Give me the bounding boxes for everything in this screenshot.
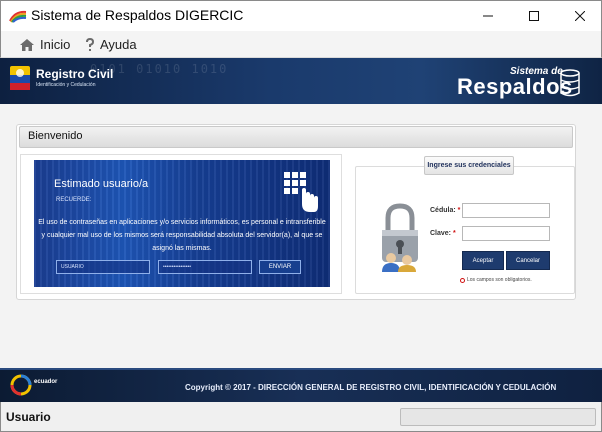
menu-item-inicio-label: Inicio xyxy=(40,37,71,52)
ecuador-logo-icon xyxy=(10,374,32,396)
question-icon xyxy=(86,37,95,51)
cedula-required-mark: * xyxy=(457,207,461,214)
maximize-button[interactable] xyxy=(511,1,557,31)
window-title: Sistema de Respaldos DIGERCIC xyxy=(31,7,244,23)
promo-message: El uso de contraseñas en aplicaciones y/… xyxy=(38,219,326,252)
required-dot-icon xyxy=(460,277,465,283)
cancel-button[interactable]: Cancelar xyxy=(506,251,550,270)
clave-label: Clave: * xyxy=(430,230,456,237)
cedula-field[interactable] xyxy=(462,203,550,218)
panel-header xyxy=(19,126,573,148)
cedula-label-text: Cédula: xyxy=(430,207,456,214)
close-button[interactable] xyxy=(557,1,602,31)
clave-field[interactable] xyxy=(462,226,550,241)
promo-recuerde: RECUERDE: xyxy=(56,197,92,203)
required-note-text: Los campos son obligatorios. xyxy=(467,277,532,283)
maximize-icon xyxy=(529,11,539,21)
status-user-label: Usuario xyxy=(6,410,51,424)
home-icon xyxy=(20,38,34,51)
credentials-title: Ingrese sus credenciales xyxy=(424,156,514,175)
org-name: Registro Civil xyxy=(36,67,114,81)
menu-bar: Inicio Ayuda xyxy=(0,31,602,58)
menu-item-ayuda[interactable]: Ayuda xyxy=(85,36,137,53)
keypad-hand-icon xyxy=(284,172,318,212)
cedula-label: Cédula: * xyxy=(430,207,460,214)
status-progress-bar xyxy=(400,408,596,426)
clave-required-mark: * xyxy=(452,230,456,237)
promo-user-field: USUARIO xyxy=(56,260,150,274)
system-title-main: Respaldos xyxy=(457,74,573,99)
minimize-button[interactable] xyxy=(465,1,511,31)
accept-button[interactable]: Aceptar xyxy=(462,251,504,270)
lock-users-icon xyxy=(382,203,418,272)
clave-label-text: Clave: xyxy=(430,230,452,237)
header-banner: 0101 01010 1010 Registro Civil Identific… xyxy=(0,58,602,104)
minimize-icon xyxy=(483,15,493,17)
title-bar: Sistema de Respaldos DIGERCIC xyxy=(0,0,602,31)
promo-greeting: Estimado usuario/a xyxy=(54,178,149,190)
close-icon xyxy=(575,11,585,21)
panel-title: Bienvenido xyxy=(28,130,83,142)
required-note: Los campos son obligatorios. xyxy=(460,277,532,283)
database-icon xyxy=(560,69,580,97)
menu-item-ayuda-label: Ayuda xyxy=(100,37,137,52)
rainbow-app-icon xyxy=(9,10,27,23)
copyright-text: Copyright © 2017 - DIRECCIÓN GENERAL DE … xyxy=(185,383,557,392)
ecuador-label: ecuador xyxy=(34,379,58,385)
registro-civil-logo-icon xyxy=(10,66,30,90)
promo-send-button: ENVIAR xyxy=(259,260,301,274)
security-notice-image: Estimado usuario/a RECUERDE: El uso de c… xyxy=(34,160,330,287)
promo-password-field: •••••••••••••••• xyxy=(158,260,252,274)
menu-item-inicio[interactable]: Inicio xyxy=(19,36,70,53)
org-subtitle: Identificación y Cedulación xyxy=(36,82,96,88)
